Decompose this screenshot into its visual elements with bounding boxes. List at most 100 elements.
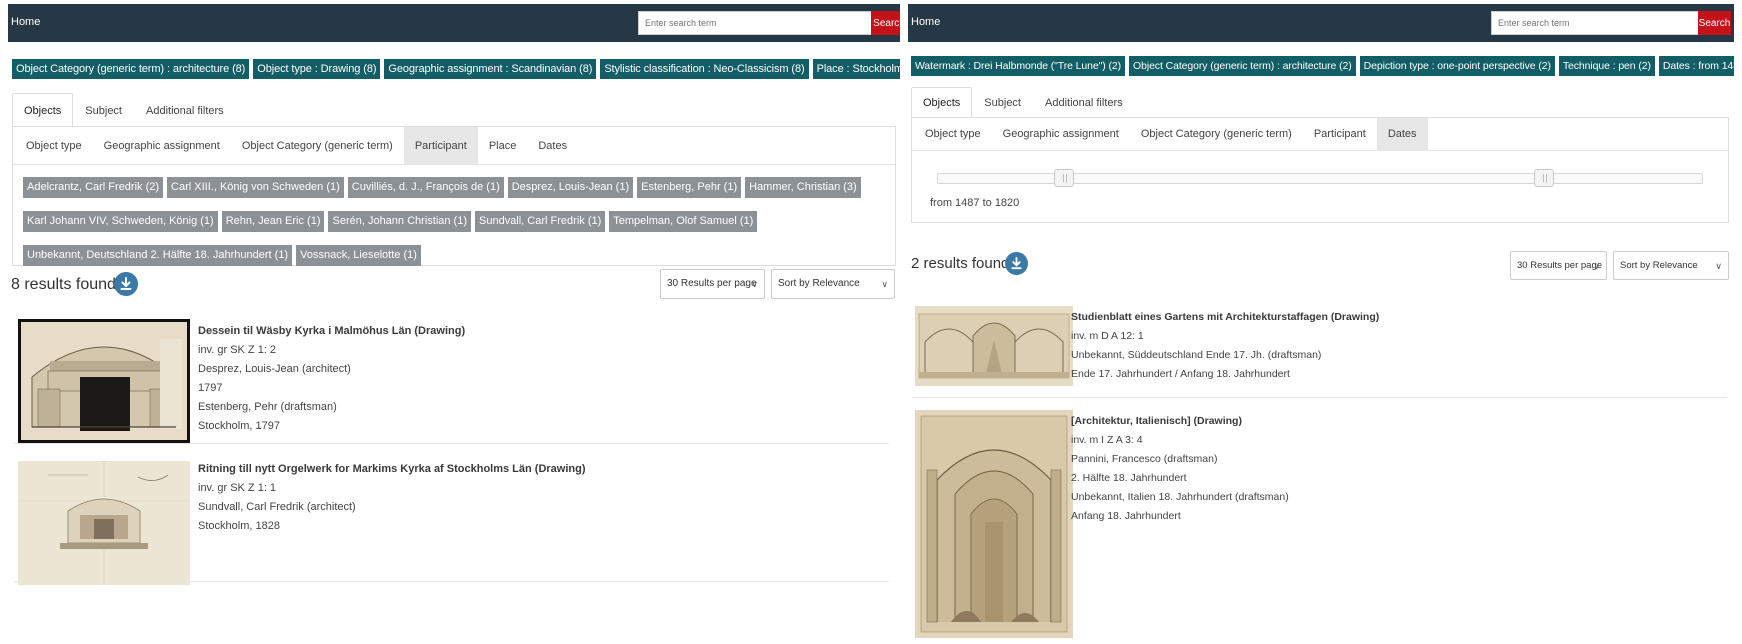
date-range-slider[interactable] — [937, 169, 1703, 187]
result-detail: 2. Hälfte 18. Jahrhundert — [1071, 472, 1187, 484]
tab-objects[interactable]: Objects — [911, 87, 973, 118]
download-circle-icon[interactable] — [1005, 252, 1028, 275]
results-per-page-select[interactable]: 30 Results per page ∨ — [660, 269, 765, 299]
slider-handle-max[interactable] — [1534, 169, 1554, 187]
tab-additional-filters[interactable]: Additional filters — [1033, 87, 1135, 118]
participant-tag[interactable]: Carl XIII., König von Schweden (1) — [167, 177, 344, 198]
result-detail: Unbekannt, Süddeutschland Ende 17. Jh. (… — [1071, 349, 1322, 361]
filter-chip[interactable]: Place : Stockholm (8) — [812, 59, 900, 79]
download-circle-icon[interactable] — [114, 272, 138, 296]
filter-chip[interactable]: Dates : from 1487 to 1820 — [1658, 56, 1734, 76]
subtab-participant[interactable]: Participant — [1303, 118, 1377, 151]
result-title[interactable]: Ritning till nytt Orgelwerk for Markims … — [198, 460, 586, 479]
result-detail: inv. gr SK Z 1: 2 — [198, 344, 277, 356]
result-detail: inv. m D A 12: 1 — [1071, 330, 1144, 342]
subtab-dates[interactable]: Dates — [527, 127, 578, 165]
navbar: Home Search — [8, 4, 900, 42]
chevron-down-icon: ∨ — [751, 279, 758, 289]
search-input[interactable] — [1491, 11, 1699, 35]
result-thumbnail[interactable] — [18, 319, 190, 443]
main-tabs: Objects Subject Additional filters — [911, 87, 1135, 118]
main-tabs: Objects Subject Additional filters — [12, 93, 236, 127]
filter-chip[interactable]: Object Category (generic term) : archite… — [1129, 56, 1356, 76]
result-thumbnail[interactable] — [915, 306, 1073, 386]
participant-tag[interactable]: Hammer, Christian (3) — [745, 177, 861, 198]
filter-chip[interactable]: Watermark : Drei Halbmonde ("Tre Lune") … — [911, 56, 1126, 76]
sort-value: Sort by Relevance — [778, 278, 860, 289]
tab-additional-filters[interactable]: Additional filters — [134, 93, 236, 127]
result-detail: 1797 — [198, 382, 223, 394]
subtab-object-category[interactable]: Object Category (generic term) — [231, 127, 404, 165]
filter-chip[interactable]: Stylistic classification : Neo-Classicis… — [600, 59, 809, 79]
result-text: Dessein til Wäsby Kyrka i Malmöhus Län (… — [198, 322, 465, 436]
subtab-object-type[interactable]: Object type — [914, 118, 992, 151]
nav-home-link[interactable]: Home — [11, 16, 40, 28]
subtab-object-type[interactable]: Object type — [15, 127, 93, 165]
subtab-geographic-assignment[interactable]: Geographic assignment — [992, 118, 1130, 151]
participant-row: Adelcrantz, Carl Fredrik (2) Carl XIII.,… — [23, 177, 861, 198]
participant-tag[interactable]: Desprez, Louis-Jean (1) — [507, 177, 634, 198]
participant-list: Adelcrantz, Carl Fredrik (2) Carl XIII.,… — [23, 177, 861, 279]
result-detail: Anfang 18. Jahrhundert — [1071, 510, 1181, 522]
result-title[interactable]: Dessein til Wäsby Kyrka i Malmöhus Län (… — [198, 322, 465, 341]
filter-subtabs: Object type Geographic assignment Object… — [13, 127, 895, 165]
active-filter-chips: Watermark : Drei Halbmonde ("Tre Lune") … — [911, 56, 1734, 76]
chevron-down-icon: ∨ — [881, 279, 888, 289]
tab-objects[interactable]: Objects — [12, 93, 74, 127]
result-text: [Architektur, Italienisch] (Drawing) inv… — [1071, 412, 1289, 526]
participant-tag[interactable]: Rehn, Jean Eric (1) — [221, 211, 325, 232]
active-filter-chips: Object Category (generic term) : archite… — [12, 59, 900, 79]
result-title[interactable]: [Architektur, Italienisch] (Drawing) — [1071, 412, 1289, 431]
result-detail: Unbekannt, Italien 18. Jahrhundert (draf… — [1071, 491, 1289, 503]
subtab-geographic-assignment[interactable]: Geographic assignment — [93, 127, 231, 165]
participant-tag[interactable]: Adelcrantz, Carl Fredrik (2) — [23, 177, 164, 198]
slider-handle-min[interactable] — [1054, 169, 1074, 187]
filter-chip[interactable]: Object type : Drawing (8) — [253, 59, 381, 79]
result-item[interactable]: Dessein til Wäsby Kyrka i Malmöhus Län (… — [14, 314, 889, 444]
result-item[interactable]: Studienblatt eines Gartens mit Architekt… — [912, 298, 1727, 398]
filter-chip[interactable]: Object Category (generic term) : archite… — [12, 59, 250, 79]
result-title[interactable]: Studienblatt eines Gartens mit Architekt… — [1071, 308, 1379, 327]
participant-tag[interactable]: Serén, Johann Christian (1) — [328, 211, 471, 232]
participant-tag[interactable]: Unbekannt, Deutschland 2. Hälfte 18. Jah… — [23, 245, 293, 266]
participant-tag[interactable]: Cuvilliés, d. J., François de (1) — [347, 177, 504, 198]
tab-subject[interactable]: Subject — [73, 93, 134, 127]
sort-value: Sort by Relevance — [1620, 260, 1698, 271]
participant-tag[interactable]: Karl Johann VIV, Schweden, König (1) — [23, 211, 218, 232]
participant-row: Unbekannt, Deutschland 2. Hälfte 18. Jah… — [23, 245, 861, 266]
result-thumbnail[interactable] — [18, 461, 190, 585]
right-search-panel: Home Search Watermark : Drei Halbmonde (… — [908, 4, 1734, 644]
search-button[interactable]: Search — [1698, 11, 1731, 35]
chevron-down-icon: ∨ — [1715, 261, 1722, 271]
subtab-object-category[interactable]: Object Category (generic term) — [1130, 118, 1303, 151]
sort-select[interactable]: Sort by Relevance ∨ — [1613, 251, 1729, 280]
result-detail: Stockholm, 1828 — [198, 520, 280, 532]
nav-home-link[interactable]: Home — [911, 16, 940, 28]
sort-select[interactable]: Sort by Relevance ∨ — [771, 269, 895, 299]
filter-subtabs: Object type Geographic assignment Object… — [912, 118, 1728, 151]
participant-tag[interactable]: Sundvall, Carl Fredrik (1) — [475, 211, 606, 232]
result-detail: inv. gr SK Z 1: 1 — [198, 482, 277, 494]
participant-tag[interactable]: Tempelman, Olof Samuel (1) — [609, 211, 758, 232]
filter-box: Object type Geographic assignment Object… — [12, 126, 896, 266]
result-detail: Ende 17. Jahrhundert / Anfang 18. Jahrhu… — [1071, 368, 1290, 380]
result-item[interactable]: [Architektur, Italienisch] (Drawing) inv… — [912, 402, 1727, 644]
result-detail: Pannini, Francesco (draftsman) — [1071, 453, 1218, 465]
result-detail: Estenberg, Pehr (draftsman) — [198, 401, 337, 413]
result-thumbnail[interactable] — [915, 410, 1073, 638]
results-count: 8 results found — [11, 276, 116, 293]
tab-subject[interactable]: Subject — [972, 87, 1033, 118]
results-per-page-select[interactable]: 30 Results per page ∨ — [1510, 251, 1607, 280]
subtab-place[interactable]: Place — [478, 127, 528, 165]
participant-tag[interactable]: Vossnack, Lieselotte (1) — [296, 245, 421, 266]
participant-tag[interactable]: Estenberg, Pehr (1) — [637, 177, 742, 198]
filter-chip[interactable]: Geographic assignment : Scandinavian (8) — [384, 59, 597, 79]
subtab-dates[interactable]: Dates — [1376, 118, 1428, 151]
results-per-page-value: 30 Results per page — [667, 278, 757, 289]
filter-chip[interactable]: Technique : pen (2) — [1558, 56, 1655, 76]
search-button[interactable]: Search — [871, 11, 900, 35]
subtab-participant[interactable]: Participant — [403, 127, 478, 165]
filter-chip[interactable]: Depiction type : one-point perspective (… — [1359, 56, 1555, 76]
search-input[interactable] — [638, 11, 872, 35]
result-item[interactable]: Ritning till nytt Orgelwerk for Markims … — [14, 452, 889, 585]
